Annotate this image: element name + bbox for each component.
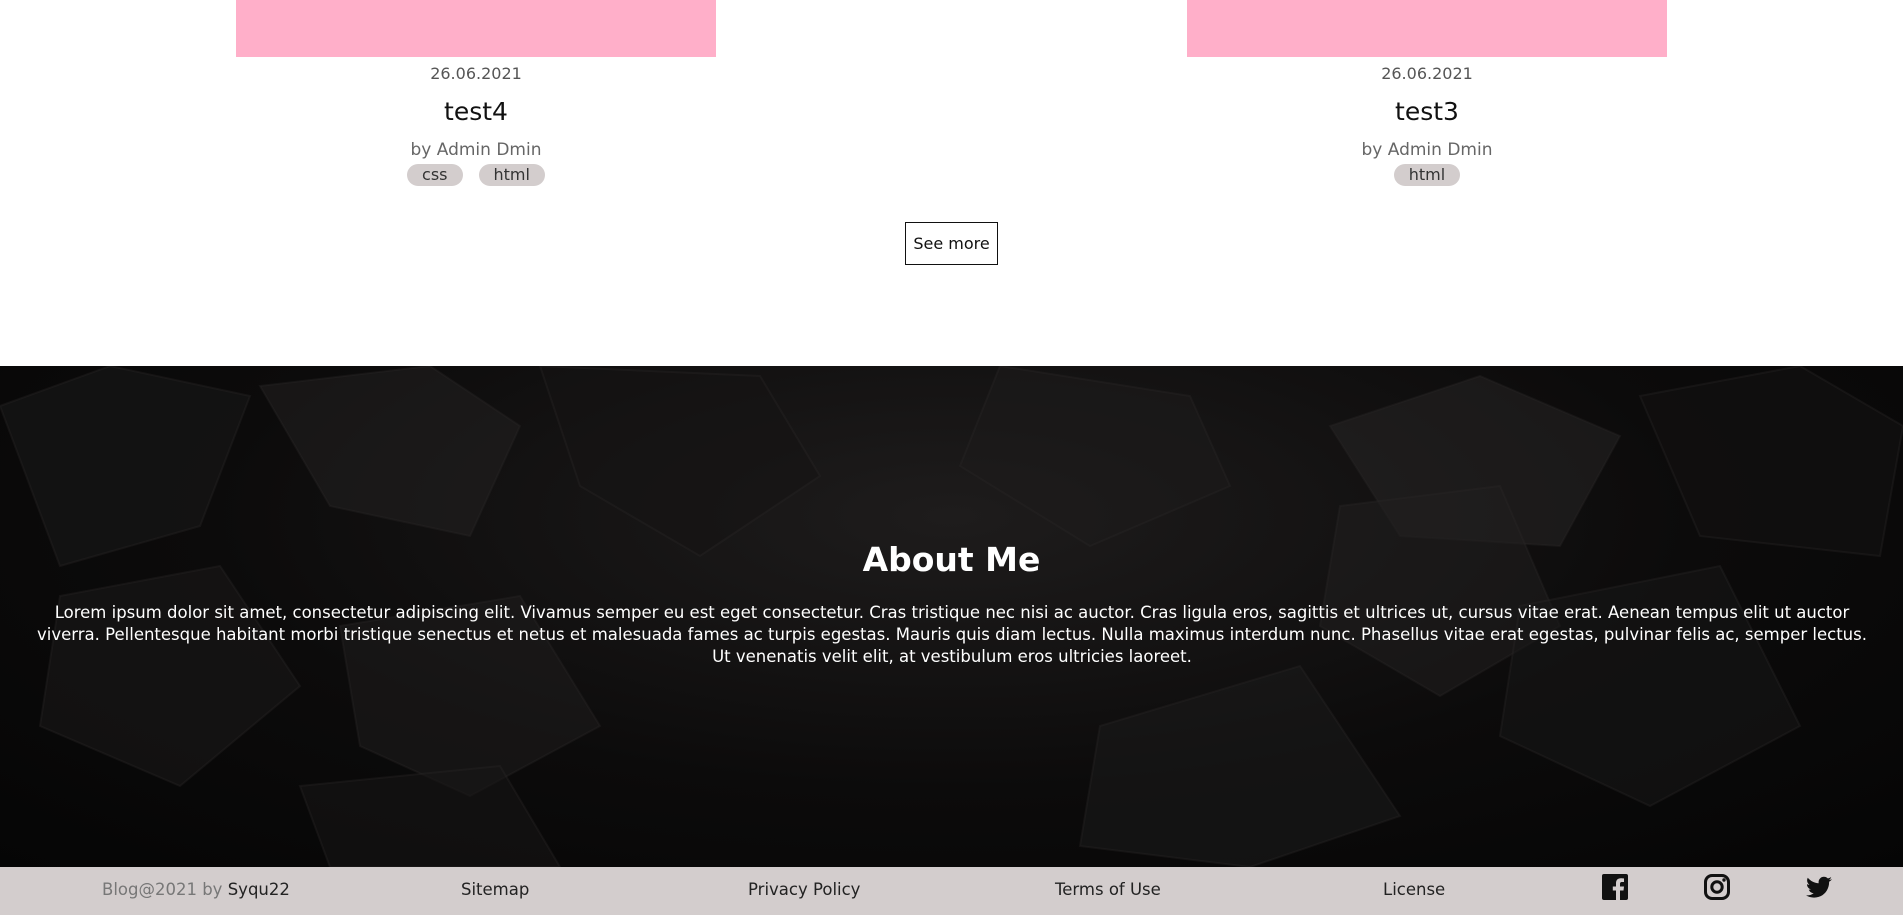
instagram-icon[interactable] bbox=[1703, 873, 1731, 901]
copyright-author-link[interactable]: Syqu22 bbox=[228, 880, 290, 899]
privacy-policy-link[interactable]: Privacy Policy bbox=[748, 880, 860, 899]
tag[interactable]: html bbox=[478, 164, 545, 186]
about-title: About Me bbox=[862, 540, 1041, 579]
about-text: Lorem ipsum dolor sit amet, consectetur … bbox=[37, 603, 1867, 666]
tag[interactable]: html bbox=[1393, 164, 1461, 186]
post-author: by Admin Dmin bbox=[410, 140, 542, 160]
license-link[interactable]: License bbox=[1383, 880, 1445, 899]
about-section: About Me Lorem ipsum dolor sit amet, con… bbox=[0, 366, 1903, 867]
footer: Blog@2021 by Syqu22 Sitemap Privacy Poli… bbox=[0, 867, 1903, 915]
facebook-icon[interactable] bbox=[1601, 873, 1629, 901]
post-date: 26.06.2021 bbox=[430, 64, 522, 83]
post-title[interactable]: test3 bbox=[1187, 97, 1667, 126]
copyright: Blog@2021 by Syqu22 bbox=[102, 880, 290, 899]
posts-section: 26.06.2021 test4 by Admin Dmin css html … bbox=[0, 0, 1903, 366]
post-date: 26.06.2021 bbox=[1381, 64, 1473, 83]
sitemap-link[interactable]: Sitemap bbox=[461, 880, 529, 899]
post-thumbnail[interactable] bbox=[1187, 0, 1667, 57]
post-author: by Admin Dmin bbox=[1361, 140, 1493, 160]
copyright-prefix: Blog@2021 by bbox=[102, 880, 228, 899]
post-card[interactable]: 26.06.2021 test3 by Admin Dmin html bbox=[1187, 0, 1667, 186]
post-title[interactable]: test4 bbox=[236, 97, 716, 126]
terms-of-use-link[interactable]: Terms of Use bbox=[1055, 880, 1161, 899]
post-card[interactable]: 26.06.2021 test4 by Admin Dmin css html bbox=[236, 0, 716, 186]
twitter-icon[interactable] bbox=[1805, 873, 1833, 901]
see-more-button[interactable]: See more bbox=[905, 222, 998, 265]
post-tags: html bbox=[1187, 164, 1667, 186]
post-thumbnail[interactable] bbox=[236, 0, 716, 57]
tag[interactable]: css bbox=[407, 164, 463, 186]
post-tags: css html bbox=[236, 164, 716, 186]
